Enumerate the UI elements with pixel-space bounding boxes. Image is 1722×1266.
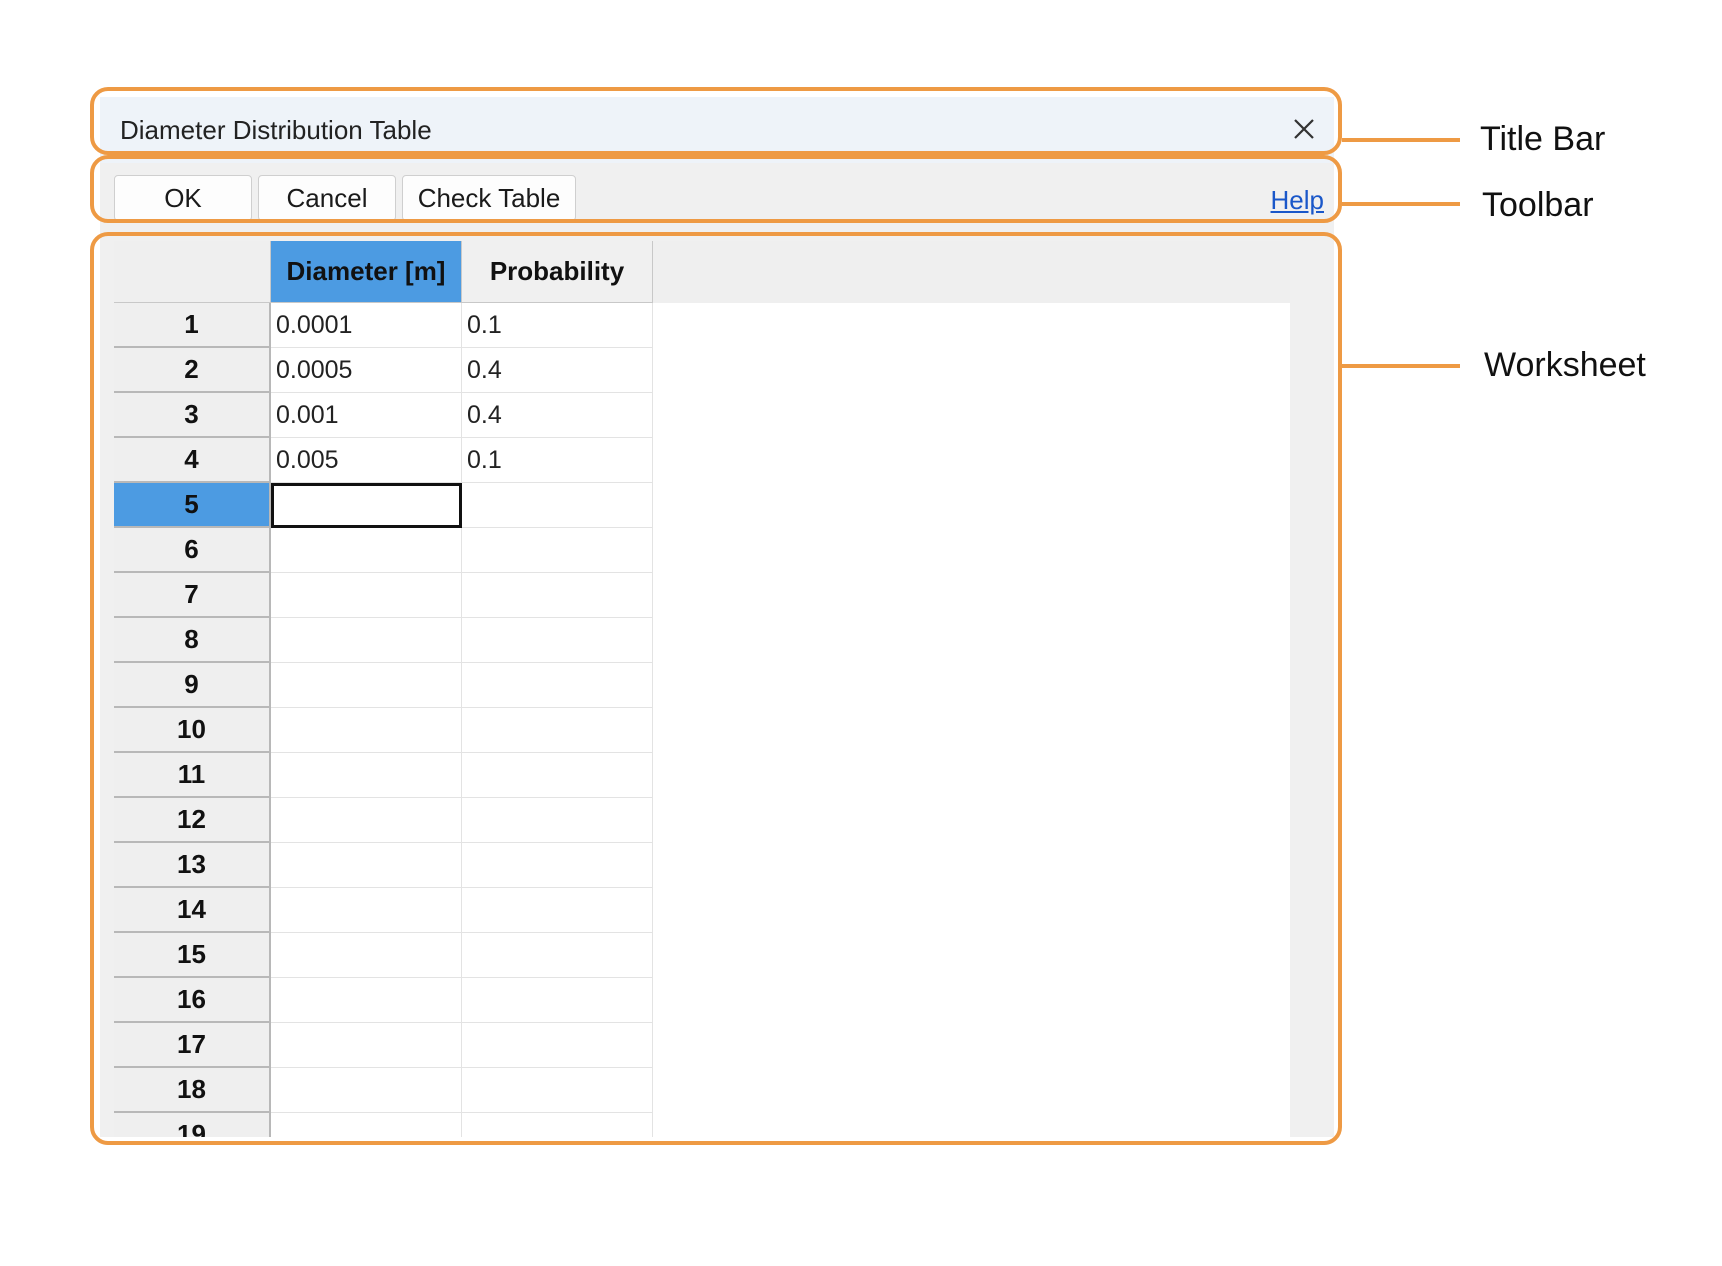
toolbar-highlight bbox=[90, 155, 1342, 223]
toolbar-label: Toolbar bbox=[1482, 186, 1594, 224]
title-bar-label: Title Bar bbox=[1480, 120, 1606, 158]
toolbar-connector bbox=[1342, 202, 1460, 206]
title-bar-connector bbox=[1342, 138, 1460, 142]
worksheet-label: Worksheet bbox=[1484, 346, 1646, 384]
worksheet-connector bbox=[1342, 364, 1460, 368]
title-bar-highlight bbox=[90, 87, 1342, 155]
worksheet-highlight bbox=[90, 232, 1342, 1145]
